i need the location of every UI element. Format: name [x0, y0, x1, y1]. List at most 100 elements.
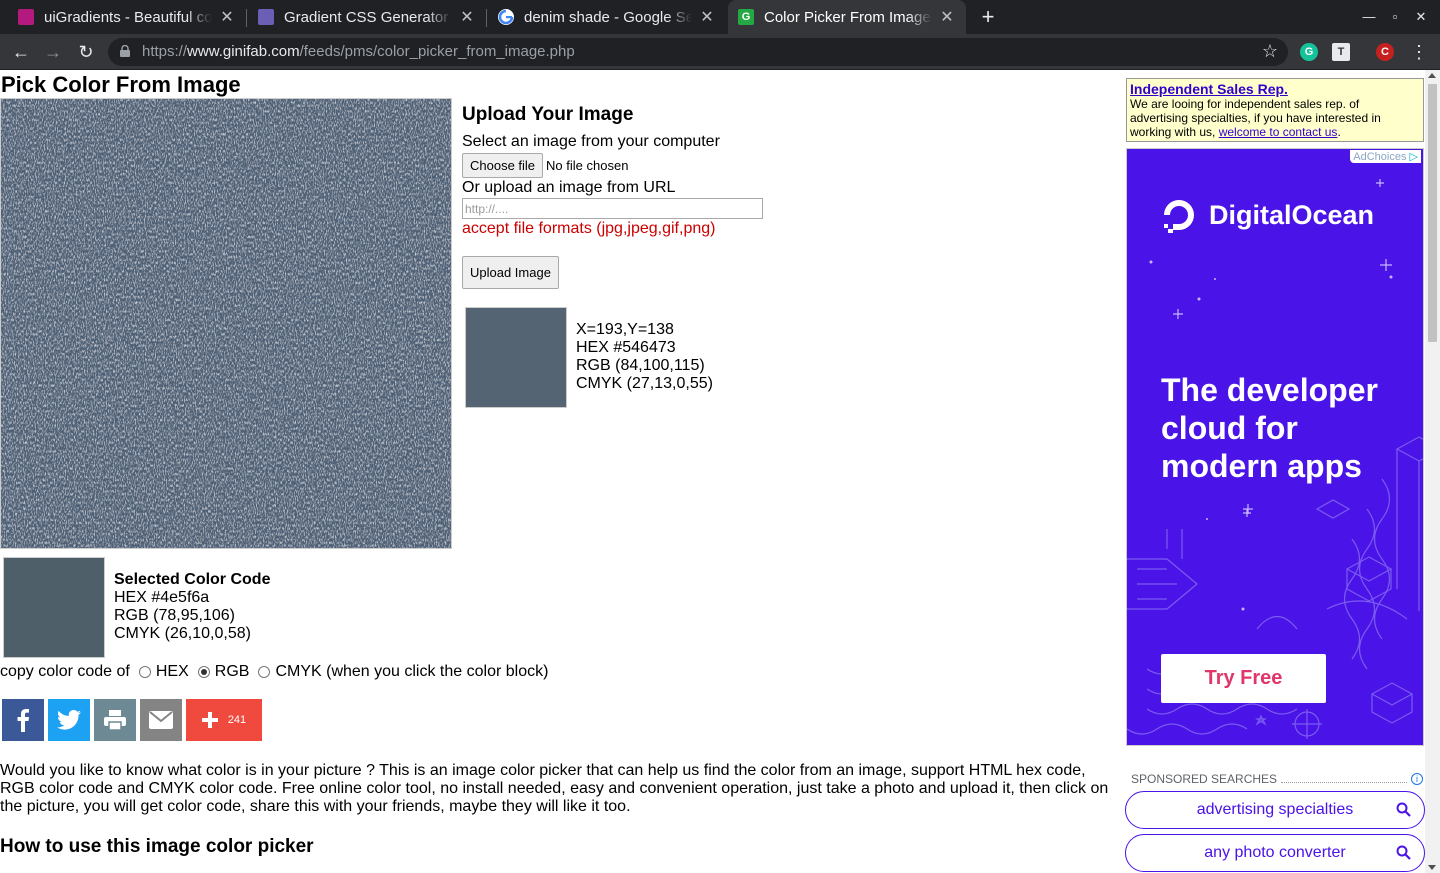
print-share-button[interactable] [94, 699, 136, 741]
sales-rep-title[interactable]: Independent Sales Rep. [1130, 81, 1420, 97]
contact-us-link[interactable]: welcome to contact us [1219, 125, 1338, 139]
no-file-label: No file chosen [546, 158, 629, 173]
address-bar[interactable]: https://www.ginifab.com/feeds/pms/color_… [108, 38, 1288, 66]
try-free-button[interactable]: Try Free [1161, 654, 1326, 703]
adchoices-icon: ▷ [1409, 151, 1418, 163]
cursor-coordinates: X=193,Y=138 [576, 321, 674, 338]
upload-heading: Upload Your Image [462, 104, 634, 125]
sponsored-searches-label: SPONSORED SEARCHES [1131, 772, 1278, 786]
info-icon[interactable]: i [1411, 773, 1423, 785]
selected-rgb: RGB (78,95,106) [114, 607, 235, 624]
sales-rep-ad: Independent Sales Rep. We are looing for… [1126, 78, 1424, 142]
copy-format-label: copy color code of [0, 663, 130, 680]
tab-google-search[interactable]: denim shade - Google Search ✕ [488, 0, 726, 34]
sponsored-search-item[interactable]: any photo converter [1125, 834, 1425, 872]
facebook-share-button[interactable] [2, 699, 44, 741]
hover-color-info: X=193,Y=138 HEX #546473 RGB (84,100,115)… [576, 321, 713, 393]
accepted-formats-note: accept file formats (jpg,jpeg,gif,png) [462, 220, 716, 237]
page-content: Pick Color From Image Upload Your Image … [0, 70, 1440, 873]
more-share-button[interactable]: 241 [186, 699, 262, 741]
url-upload-label: Or upload an image from URL [462, 179, 676, 196]
plus-icon [201, 712, 218, 728]
howto-heading: How to use this image color picker [0, 836, 314, 857]
browser-toolbar: ← → ↻ https://www.ginifab.com/feeds/pms/… [0, 34, 1440, 70]
google-favicon-icon [498, 9, 514, 25]
window-close-icon[interactable]: ✕ [1406, 0, 1436, 34]
description-text: Would you like to know what color is in … [0, 762, 1109, 815]
ad-headline: The developer cloud for modern apps [1161, 372, 1378, 484]
scroll-up-icon[interactable] [1428, 73, 1436, 78]
search-icon [1396, 845, 1411, 860]
browser-tab-bar: uiGradients - Beautiful colored gradient… [0, 0, 1440, 34]
tab-divider [486, 9, 487, 27]
selected-cmyk: CMYK (26,10,0,58) [114, 625, 251, 642]
facebook-icon [17, 709, 29, 732]
email-share-button[interactable] [140, 699, 182, 741]
radio-cmyk-label: CMYK (when you click the color block) [275, 663, 549, 680]
sponsored-search-item[interactable]: advertising specialties [1125, 791, 1425, 829]
hover-hex: HEX #546473 [576, 339, 676, 356]
tab-color-picker[interactable]: G Color Picker From Image Online ✕ [728, 0, 966, 34]
hover-color-swatch[interactable] [465, 307, 567, 408]
scroll-down-icon[interactable] [1428, 865, 1436, 870]
share-count: 241 [227, 714, 247, 726]
adchoices-label[interactable]: AdChoices ▷ [1350, 150, 1421, 163]
tab-close-icon[interactable]: ✕ [218, 7, 236, 27]
email-icon [149, 711, 173, 729]
bookmark-star-icon[interactable]: ☆ [1262, 41, 1278, 62]
picker-image[interactable] [0, 98, 452, 549]
radio-hex[interactable] [138, 666, 151, 678]
hover-cmyk: CMYK (27,13,0,55) [576, 375, 713, 392]
search-icon [1396, 802, 1411, 817]
page-title: Pick Color From Image [1, 72, 241, 97]
upload-panel: Upload Your Image Select an image from y… [462, 104, 882, 289]
twitter-icon [57, 710, 81, 730]
digitalocean-ad[interactable]: AdChoices ▷ DigitalOcean The developer c… [1126, 148, 1424, 746]
choose-file-button[interactable]: Choose file [462, 153, 544, 178]
new-tab-button[interactable]: + [976, 4, 1000, 30]
extension-icon[interactable]: T [1332, 43, 1350, 61]
tab-title: Gradient CSS Generator | CSS Gradient [284, 8, 452, 26]
radio-hex-label: HEX [155, 663, 189, 680]
sponsored-search-label: any photo converter [1204, 844, 1346, 861]
ginifab-favicon-icon: G [738, 9, 754, 25]
tab-uigradients[interactable]: uiGradients - Beautiful colored gradient… [8, 0, 246, 34]
browser-menu-icon[interactable]: ⋮ [1410, 40, 1428, 64]
selected-hex: HEX #4e5f6a [114, 589, 210, 606]
digitalocean-logo: DigitalOcean [1161, 197, 1374, 233]
radio-rgb[interactable] [197, 666, 210, 678]
tab-divider [246, 9, 247, 27]
digitalocean-logo-icon [1164, 200, 1194, 233]
upload-image-button[interactable]: Upload Image [462, 256, 559, 289]
tab-close-icon[interactable]: ✕ [458, 7, 476, 27]
sales-rep-end: . [1337, 125, 1341, 139]
tab-title: uiGradients - Beautiful colored gradient… [44, 8, 212, 26]
copy-format-row: copy color code of HEX RGB CMYK (when yo… [0, 663, 548, 681]
sponsored-search-label: advertising specialties [1196, 801, 1354, 818]
url-text: https://www.ginifab.com/feeds/pms/color_… [142, 43, 575, 60]
twitter-share-button[interactable] [48, 699, 90, 741]
selected-color-heading: Selected Color Code [114, 571, 271, 588]
grammarly-extension-icon[interactable]: G [1300, 43, 1318, 61]
lock-icon [120, 45, 130, 57]
hover-rgb: RGB (84,100,115) [576, 357, 705, 374]
tab-close-icon[interactable]: ✕ [698, 7, 716, 27]
profile-avatar[interactable]: C [1376, 43, 1394, 61]
selected-color-swatch[interactable] [3, 557, 105, 658]
reload-icon[interactable]: ↻ [73, 39, 99, 65]
forward-arrow-icon[interactable]: → [40, 39, 66, 65]
tab-close-icon[interactable]: ✕ [938, 7, 956, 27]
digitalocean-brand: DigitalOcean [1209, 199, 1375, 230]
gradient-css-favicon-icon [258, 9, 274, 25]
back-arrow-icon[interactable]: ← [8, 39, 34, 65]
scrollbar-thumb[interactable] [1428, 84, 1437, 342]
print-icon [104, 710, 126, 730]
uigradients-favicon-icon [18, 9, 34, 25]
tab-title: denim shade - Google Search [524, 8, 692, 26]
radio-rgb-label: RGB [214, 663, 250, 680]
image-url-input[interactable] [462, 198, 763, 219]
page-scrollbar[interactable] [1425, 70, 1440, 873]
radio-cmyk[interactable] [258, 666, 271, 678]
tab-title: Color Picker From Image Online [764, 8, 932, 26]
tab-gradient-css[interactable]: Gradient CSS Generator | CSS Gradient ✕ [248, 0, 486, 34]
